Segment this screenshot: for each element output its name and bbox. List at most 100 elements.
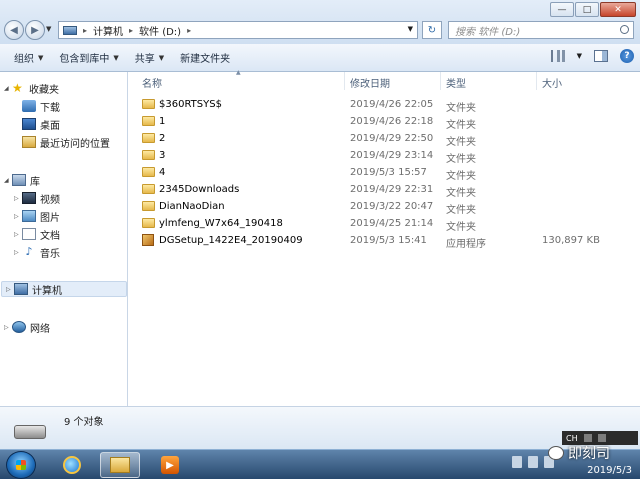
chevron-down-icon[interactable]: ▼ — [577, 52, 582, 60]
forward-button[interactable]: ▶ — [25, 20, 45, 40]
file-row[interactable]: 2345Downloads 2019/4/29 22:31 文件夹 — [128, 181, 640, 199]
nav-libraries-label: 库 — [30, 176, 40, 188]
breadcrumb-separator[interactable]: ▸ — [187, 26, 191, 35]
column-header-size[interactable]: 大小 — [542, 75, 562, 90]
taskbar-explorer[interactable] — [100, 452, 140, 478]
file-name: 1 — [159, 116, 166, 127]
nav-music[interactable]: ▷ ♪ 音乐 — [14, 244, 60, 260]
folder-icon — [142, 167, 155, 177]
column-header-name[interactable]: 名称 — [142, 75, 162, 90]
file-name: $360RTSYS$ — [159, 99, 222, 110]
computer-icon — [63, 25, 77, 35]
file-type: 文件夹 — [446, 188, 476, 199]
expand-arrow-icon[interactable]: ▷ — [14, 213, 22, 220]
nav-libraries[interactable]: ◢ 库 — [4, 172, 40, 188]
back-button[interactable]: ◀ — [4, 20, 24, 40]
file-date: 2019/3/22 20:47 — [350, 201, 434, 212]
network-status-icon[interactable] — [528, 456, 538, 468]
language-indicator[interactable]: CH — [566, 434, 578, 443]
expand-arrow-icon[interactable]: ▷ — [4, 324, 12, 331]
file-row[interactable]: DGSetup_1422E4_20190409 2019/5/3 15:41 应… — [128, 232, 640, 250]
media-player-icon: ▶ — [161, 456, 179, 474]
column-divider[interactable] — [440, 72, 441, 90]
internet-explorer-icon — [63, 456, 81, 474]
expand-arrow-icon[interactable]: ▷ — [14, 231, 22, 238]
file-name: DGSetup_1422E4_20190409 — [159, 235, 303, 246]
column-divider[interactable] — [344, 72, 345, 90]
search-input[interactable]: 搜索 软件 (D:) — [448, 21, 634, 39]
close-button[interactable]: ✕ — [600, 2, 636, 17]
clock[interactable]: 2019/5/3 — [587, 465, 632, 476]
file-date: 2019/4/29 22:31 — [350, 184, 434, 195]
collapse-arrow-icon[interactable]: ◢ — [4, 177, 12, 184]
include-in-library-button[interactable]: 包含到库中 ▼ — [51, 47, 126, 69]
computer-icon — [14, 283, 28, 295]
file-row[interactable]: 4 2019/5/3 15:57 文件夹 — [128, 164, 640, 182]
file-type: 文件夹 — [446, 222, 476, 233]
videos-icon — [22, 192, 36, 204]
nav-desktop-label: 桌面 — [40, 120, 60, 132]
organize-button[interactable]: 组织 ▼ — [6, 47, 51, 69]
address-dropdown-icon[interactable]: ▼ — [408, 25, 413, 33]
refresh-button[interactable]: ↻ — [422, 21, 442, 39]
ime-icon[interactable] — [583, 434, 592, 442]
breadcrumb-separator[interactable]: ▸ — [83, 26, 87, 35]
file-name: 2 — [159, 133, 166, 144]
nav-pictures[interactable]: ▷ 图片 — [14, 208, 60, 224]
new-folder-button[interactable]: 新建文件夹 — [172, 47, 238, 69]
file-row[interactable]: 3 2019/4/29 23:14 文件夹 — [128, 147, 640, 165]
watermark-text: 即刻司 — [568, 446, 610, 462]
nav-favorites[interactable]: ◢ ★ 收藏夹 — [4, 80, 59, 96]
taskbar-media-player[interactable]: ▶ — [150, 452, 190, 478]
watermark: 即刻司 — [548, 443, 610, 463]
navigation-pane: ◢ ★ 收藏夹 下载 桌面 最近访问的位置 ◢ 库 ▷ 视频 ▷ 图片 ▷ 文档… — [0, 72, 128, 406]
address-bar[interactable]: ▸ 计算机 ▸ 软件 (D:) ▸ ▼ — [58, 21, 418, 39]
file-type: 文件夹 — [446, 103, 476, 114]
nav-recent-places[interactable]: 最近访问的位置 — [22, 134, 110, 150]
view-options-icon[interactable] — [550, 50, 565, 62]
file-row[interactable]: 2 2019/4/29 22:50 文件夹 — [128, 130, 640, 148]
chevron-down-icon: ▼ — [113, 53, 119, 62]
file-name: ylmfeng_W7x64_190418 — [159, 218, 283, 229]
expand-arrow-icon[interactable]: ▷ — [14, 249, 22, 256]
file-row[interactable]: DianNaoDian 2019/3/22 20:47 文件夹 — [128, 198, 640, 216]
pictures-icon — [22, 210, 36, 222]
tray-icon[interactable] — [512, 456, 522, 468]
chevron-down-icon: ▼ — [158, 53, 165, 62]
search-placeholder: 搜索 软件 (D:) — [455, 26, 521, 38]
keyboard-icon[interactable] — [597, 434, 606, 442]
start-button[interactable] — [6, 451, 36, 479]
expand-arrow-icon[interactable]: ▷ — [6, 286, 14, 293]
nav-documents[interactable]: ▷ 文档 — [14, 226, 60, 242]
share-button[interactable]: 共享 ▼ — [127, 47, 172, 69]
file-row[interactable]: $360RTSYS$ 2019/4/26 22:05 文件夹 — [128, 96, 640, 114]
command-bar: 组织 ▼ 包含到库中 ▼ 共享 ▼ 新建文件夹 ▼ ? — [0, 44, 640, 72]
file-row[interactable]: ylmfeng_W7x64_190418 2019/4/25 21:14 文件夹 — [128, 215, 640, 233]
nav-network[interactable]: ▷ 网络 — [4, 319, 50, 335]
breadcrumb-separator[interactable]: ▸ — [129, 26, 133, 35]
nav-desktop[interactable]: 桌面 — [22, 116, 60, 132]
item-count: 9 个对象 — [64, 417, 104, 428]
hard-drive-icon — [14, 425, 46, 439]
recent-pages-dropdown[interactable]: ▼ — [46, 25, 51, 33]
nav-videos[interactable]: ▷ 视频 — [14, 190, 60, 206]
nav-computer[interactable]: ▷ 计算机 — [1, 281, 127, 297]
forward-arrow-icon: ▶ — [31, 24, 39, 36]
column-divider[interactable] — [536, 72, 537, 90]
breadcrumb-drive-d[interactable]: 软件 (D:) — [139, 23, 181, 38]
search-icon[interactable] — [620, 25, 629, 34]
column-header-date[interactable]: 修改日期 — [350, 75, 390, 90]
help-icon[interactable]: ? — [620, 49, 634, 63]
breadcrumb-computer[interactable]: 计算机 — [93, 23, 123, 38]
taskbar-ie[interactable] — [52, 452, 92, 478]
maximize-button[interactable]: □ — [575, 2, 599, 17]
chevron-down-icon: ▼ — [38, 53, 44, 62]
nav-downloads[interactable]: 下载 — [22, 98, 60, 114]
expand-arrow-icon[interactable]: ▷ — [14, 195, 22, 202]
column-header-type[interactable]: 类型 — [446, 75, 466, 90]
minimize-button[interactable]: — — [550, 2, 574, 17]
file-size: 130,897 KB — [542, 235, 600, 246]
preview-pane-icon[interactable] — [594, 50, 608, 62]
collapse-arrow-icon[interactable]: ◢ — [4, 85, 12, 92]
file-row[interactable]: 1 2019/4/26 22:18 文件夹 — [128, 113, 640, 131]
